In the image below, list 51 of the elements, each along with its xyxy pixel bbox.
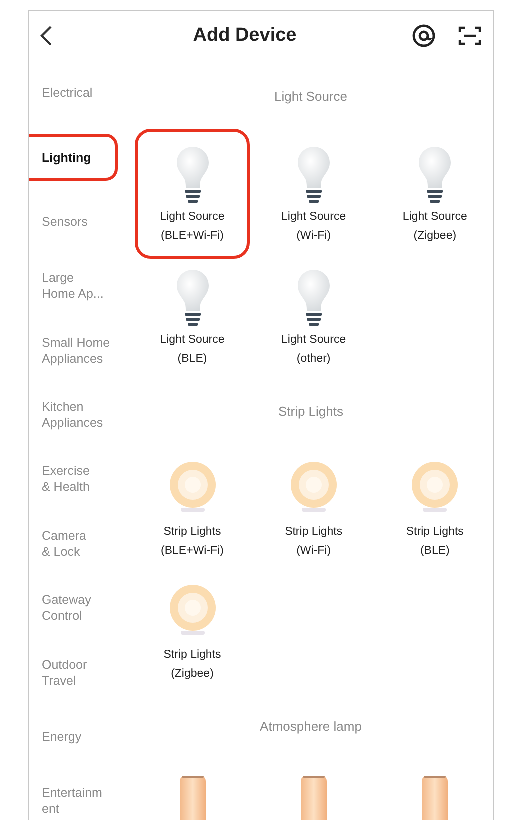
device-name: Strip Lights [164, 648, 222, 663]
device-name: Light Source [160, 210, 225, 225]
category-item[interactable]: Small Home Appliances [29, 327, 118, 374]
round-lamp-icon [410, 461, 460, 513]
section-title: Light Source [274, 88, 348, 106]
device-name: Light Source [282, 210, 346, 225]
cylinder-lamp-icon [422, 776, 448, 820]
light-bulb-icon [176, 269, 210, 329]
category-item[interactable]: Gateway Control [29, 584, 118, 632]
category-item[interactable]: Exercise & Health [29, 456, 118, 503]
device-name: Strip Lights [164, 525, 222, 540]
round-lamp-icon [168, 461, 218, 513]
section-title: Atmosphere lamp [259, 718, 363, 736]
section-title: Strip Lights [277, 403, 345, 421]
light-bulb-icon [418, 146, 452, 206]
category-item[interactable]: Entertainm ent [29, 778, 118, 820]
device-tile[interactable]: Light Source (Zigbee) [378, 129, 493, 259]
device-protocol: (Zigbee) [414, 229, 457, 244]
category-item[interactable]: Electrical [29, 70, 118, 117]
device-protocol: (Zigbee) [171, 667, 214, 682]
category-item[interactable]: Outdoor Travel [29, 649, 118, 696]
device-protocol: (BLE) [420, 544, 450, 559]
category-item[interactable]: Energy [29, 713, 118, 760]
light-bulb-icon [296, 269, 331, 329]
category-item[interactable]: Kitchen Appliances [29, 392, 118, 439]
device-name: Light Source [160, 333, 225, 348]
device-name: Strip Lights [406, 525, 464, 540]
device-name: Light Source [402, 210, 468, 225]
category-item[interactable]: Lighting [29, 134, 118, 182]
device-protocol: (BLE+Wi-Fi) [161, 544, 224, 559]
device-name: Strip Lights [285, 525, 343, 540]
device-protocol: (BLE+Wi-Fi) [161, 229, 224, 244]
light-bulb-icon [296, 146, 331, 206]
device-name: Light Source [282, 333, 346, 348]
round-lamp-icon [168, 584, 218, 636]
device-tile[interactable]: Strip Lights (BLE) [378, 444, 493, 574]
cylinder-lamp-icon [180, 776, 206, 820]
at-sign-icon[interactable] [411, 23, 437, 49]
device-protocol: (BLE) [178, 352, 208, 367]
category-item[interactable]: Sensors [29, 198, 118, 246]
page-title: Add Device [192, 25, 298, 47]
light-bulb-icon [176, 146, 210, 206]
device-protocol: (other) [296, 352, 331, 367]
device-protocol: (Wi-Fi) [296, 544, 332, 559]
device-protocol: (Wi-Fi) [296, 229, 332, 244]
device-tile[interactable]: Light Source (BLE+Wi-Fi) [135, 129, 250, 259]
device-tile[interactable]: Strip Lights (Wi-Fi) [256, 444, 372, 574]
round-lamp-icon [288, 461, 339, 513]
category-item[interactable]: Large Home Ap... [29, 262, 118, 310]
category-item[interactable]: Camera & Lock [29, 520, 118, 568]
cylinder-lamp-icon [300, 776, 327, 820]
